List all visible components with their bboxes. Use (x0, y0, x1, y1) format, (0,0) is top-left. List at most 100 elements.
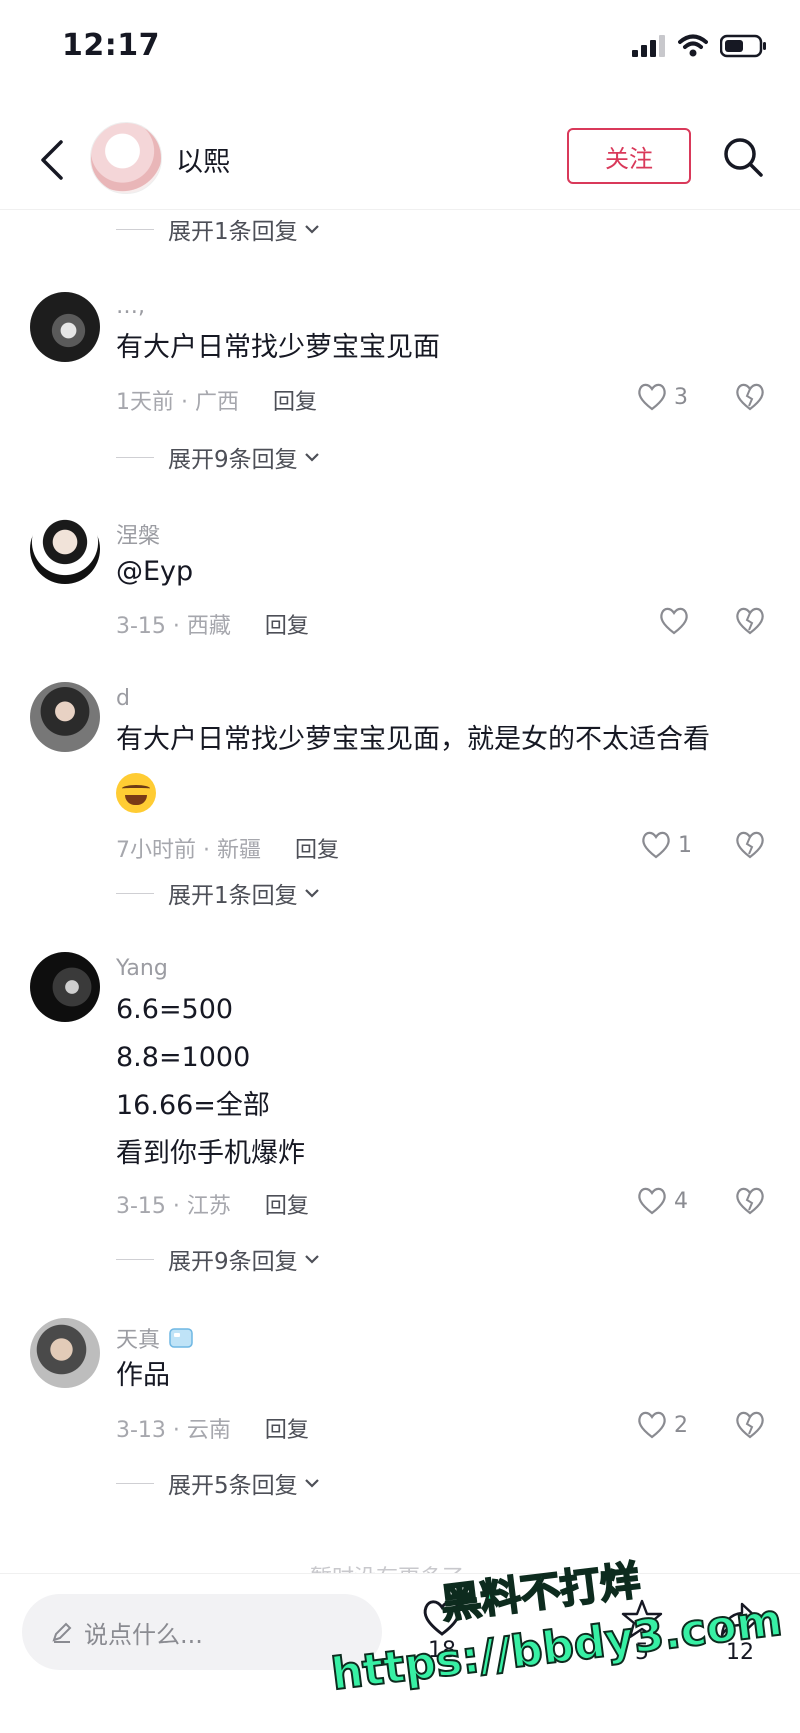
search-icon (724, 138, 763, 177)
signal-icon (632, 35, 665, 57)
heart-icon (638, 1411, 666, 1439)
commenter-avatar[interactable] (30, 292, 100, 362)
comment-time-location: 3-15 · 西藏 (116, 614, 231, 639)
comment-input[interactable]: 说点什么... (22, 1594, 382, 1670)
ice-cube-icon (169, 1328, 193, 1348)
share-count: 12 (726, 1640, 754, 1665)
star-icon (621, 1599, 663, 1639)
broken-heart-icon[interactable] (734, 830, 766, 860)
comment-text: 有大户日常找少萝宝宝见面，就是女的不太适合看 (116, 724, 710, 755)
wifi-icon (678, 34, 708, 57)
avatar[interactable] (90, 122, 162, 194)
like-button[interactable] (658, 606, 690, 636)
broken-heart-icon[interactable] (734, 1186, 766, 1216)
status-bar: 12:17 (0, 0, 800, 96)
like-button[interactable]: 3 (636, 382, 688, 412)
comment-meta: 3-15 · 江苏 回复 (116, 1188, 309, 1220)
comment-text: 有大户日常找少萝宝宝见面 (116, 332, 440, 363)
chevron-down-icon (304, 225, 319, 234)
collect-button[interactable]: 5 (620, 1598, 664, 1665)
comment-meta: 1天前 · 广西 回复 (116, 384, 317, 416)
comment-text-line: 6.6=500 (116, 994, 234, 1025)
commenter-name[interactable]: …, (116, 294, 145, 319)
heart-icon (638, 383, 666, 411)
commenter-name[interactable]: 涅槃 (116, 518, 160, 550)
comment-text-line: 看到你手机爆炸 (116, 1138, 305, 1169)
back-arrow-icon (41, 140, 63, 180)
search-button[interactable] (718, 132, 768, 182)
commenter-name-row[interactable]: 天真 (116, 1322, 194, 1354)
heart-icon (423, 1600, 461, 1636)
heart-icon (638, 1187, 666, 1215)
collect-count: 5 (635, 1640, 649, 1665)
reply-button[interactable]: 回复 (265, 608, 309, 640)
like-count: 1 (678, 832, 692, 858)
user-name[interactable]: 以熙 (176, 140, 230, 179)
like-button[interactable]: 2 (636, 1410, 688, 1440)
commenter-avatar[interactable] (30, 952, 100, 1022)
expand-label: 展开1条回复 (168, 219, 298, 245)
comment-meta: 7小时前 · 新疆 回复 (116, 832, 339, 864)
expand-label: 展开9条回复 (168, 1249, 298, 1275)
comment-input-placeholder: 说点什么... (84, 1620, 203, 1649)
divider (116, 456, 154, 458)
comment-time-location: 7小时前 · 新疆 (116, 838, 261, 863)
like-count: 3 (674, 384, 688, 410)
reply-button[interactable]: 回复 (295, 832, 339, 864)
share-button[interactable]: 12 (718, 1598, 762, 1665)
broken-heart-icon[interactable] (734, 1410, 766, 1440)
comment-meta: 3-15 · 西藏 回复 (116, 608, 309, 640)
like-post-button[interactable]: 18 (420, 1598, 464, 1663)
expand-label: 展开5条回复 (168, 1473, 298, 1499)
commenter-name[interactable]: Yang (116, 956, 168, 981)
comment-time-location: 3-15 · 江苏 (116, 1194, 231, 1219)
expand-label: 展开1条回复 (168, 883, 298, 909)
broken-heart-icon[interactable] (734, 382, 766, 412)
reply-button[interactable]: 回复 (265, 1188, 309, 1220)
expand-label: 展开9条回复 (168, 447, 298, 473)
chevron-down-icon (304, 453, 319, 462)
reply-button[interactable]: 回复 (273, 384, 317, 416)
laughing-tears-icon (116, 772, 156, 813)
like-post-count: 18 (428, 1638, 456, 1663)
reply-button[interactable]: 回复 (265, 1412, 309, 1444)
chevron-down-icon (304, 1255, 319, 1264)
expand-replies[interactable]: 展开5条回复 (116, 1466, 320, 1500)
commenter-avatar[interactable] (30, 514, 100, 584)
back-button[interactable] (28, 132, 76, 188)
bottom-action-bar: 说点什么... 18 5 12 (0, 1573, 800, 1733)
divider (116, 892, 154, 894)
commenter-name[interactable]: d (116, 686, 130, 711)
like-button[interactable]: 1 (640, 830, 692, 860)
status-icons (632, 34, 768, 58)
comment-time-location: 1天前 · 广西 (116, 390, 239, 415)
share-icon (720, 1602, 760, 1637)
expand-replies[interactable]: 展开9条回复 (116, 440, 320, 474)
comment-text: 作品 (116, 1360, 170, 1391)
commenter-name: 天真 (116, 1328, 161, 1353)
profile-header: 以熙 关注 (0, 110, 800, 210)
divider (116, 228, 154, 230)
divider (116, 1258, 154, 1260)
commenter-avatar[interactable] (30, 682, 100, 752)
divider (116, 1482, 154, 1484)
follow-button[interactable]: 关注 (567, 128, 691, 184)
heart-icon (642, 831, 670, 859)
comment-text-line: 8.8=1000 (116, 1042, 251, 1073)
broken-heart-icon[interactable] (734, 606, 766, 636)
comment-text: @Eyp (116, 556, 194, 587)
like-button[interactable]: 4 (636, 1186, 688, 1216)
pencil-icon (52, 1622, 72, 1643)
commenter-avatar[interactable] (30, 1318, 100, 1388)
heart-icon (660, 607, 688, 635)
status-time: 12:17 (62, 28, 160, 63)
like-count: 4 (674, 1188, 688, 1214)
comment-meta: 3-13 · 云南 回复 (116, 1412, 309, 1444)
expand-replies[interactable]: 展开1条回复 (116, 876, 320, 910)
chevron-down-icon (304, 1479, 319, 1488)
expand-replies[interactable]: 展开1条回复 (116, 212, 320, 246)
chevron-down-icon (304, 889, 319, 898)
battery-icon (720, 34, 766, 58)
like-count: 2 (674, 1412, 688, 1438)
expand-replies[interactable]: 展开9条回复 (116, 1242, 320, 1276)
